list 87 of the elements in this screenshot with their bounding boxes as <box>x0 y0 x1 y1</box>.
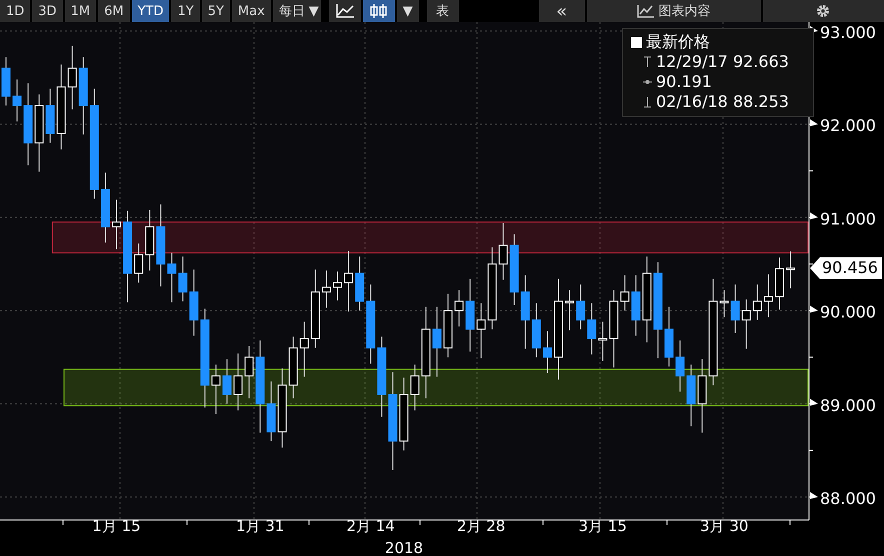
range-tab[interactable]: 5Y <box>202 0 230 22</box>
collapse-button[interactable]: « <box>538 0 584 22</box>
candle <box>664 306 674 368</box>
chart-contents-button[interactable]: 图表内容 <box>586 0 761 22</box>
candle <box>145 209 154 272</box>
candle <box>676 340 685 392</box>
candle <box>189 269 198 336</box>
last-price-label: 90.456 <box>810 257 882 280</box>
tick-pointer-icon <box>810 119 818 126</box>
candle <box>510 234 519 306</box>
candle <box>46 88 55 144</box>
candle <box>476 302 486 359</box>
frequency-dropdown[interactable]: 每日 ▼ <box>272 0 321 22</box>
legend-value: 02/16/18 88.253 <box>656 92 789 112</box>
year-label: 2018 <box>384 539 424 556</box>
candlestick-icon <box>368 3 389 19</box>
candle <box>532 302 541 358</box>
candle <box>686 364 696 427</box>
candle <box>234 352 243 411</box>
candle <box>720 290 729 318</box>
candle <box>752 284 762 320</box>
candle <box>266 380 276 442</box>
candle <box>100 172 110 244</box>
tick-pointer-icon <box>810 212 818 220</box>
candle <box>344 250 354 312</box>
range-tab[interactable]: 3D <box>32 0 63 22</box>
legend-value: 12/29/17 92.663 <box>656 52 789 72</box>
legend-title: 最新价格 <box>646 32 710 52</box>
candle <box>742 298 751 350</box>
candle <box>542 330 552 374</box>
candle <box>167 252 176 303</box>
candle <box>565 290 574 331</box>
line-chart-icon <box>334 3 355 19</box>
candle <box>12 78 22 122</box>
range-tab[interactable]: Max <box>232 0 271 22</box>
candle <box>764 274 773 318</box>
candle <box>300 321 309 378</box>
candle <box>786 250 796 289</box>
tick-pointer-icon <box>810 306 818 313</box>
tick-pointer-icon <box>810 398 818 406</box>
candlestick-button[interactable] <box>362 0 395 22</box>
legend-value: 90.191 <box>656 72 712 92</box>
candle <box>178 256 188 302</box>
candle <box>112 199 121 250</box>
candle <box>244 346 254 399</box>
y-axis-label: 88.000 <box>820 489 876 508</box>
y-axis-label: 91.000 <box>820 209 876 228</box>
series-swatch-icon <box>631 36 642 48</box>
range-tab[interactable]: 6M <box>98 0 130 22</box>
y-axis-label: 89.000 <box>820 396 876 415</box>
range-tab[interactable]: YTD <box>132 0 170 22</box>
candle <box>432 306 442 378</box>
candle <box>288 336 298 399</box>
candle <box>775 256 784 310</box>
candle <box>631 274 640 336</box>
table-button[interactable]: 表 <box>426 0 459 22</box>
y-axis-label: 92.000 <box>820 116 876 136</box>
line-chart-button[interactable] <box>328 0 361 22</box>
candle <box>587 302 596 355</box>
range-tab[interactable]: 1D <box>0 0 30 22</box>
candle <box>576 284 586 330</box>
candle <box>333 270 342 301</box>
y-axis-label: 93.000 <box>820 23 876 42</box>
candle <box>68 45 77 110</box>
candle <box>322 270 331 308</box>
candle <box>498 222 508 280</box>
candle <box>454 290 464 327</box>
chart-icon <box>636 4 655 18</box>
settings-icon <box>816 4 830 18</box>
tick-pointer-icon <box>810 492 818 499</box>
high-marker-icon <box>643 56 652 68</box>
range-tab[interactable]: 1M <box>64 0 96 22</box>
range-tab[interactable]: 1Y <box>171 0 200 22</box>
chart-type-dropdown[interactable]: ▼ <box>396 0 419 22</box>
low-marker-icon <box>643 96 652 108</box>
settings-button[interactable] <box>762 0 884 22</box>
candle <box>730 284 740 334</box>
y-axis-label: 90.000 <box>820 302 876 322</box>
candle <box>222 358 232 404</box>
candle <box>211 364 220 415</box>
candle <box>598 321 608 362</box>
candle <box>134 243 144 284</box>
candle <box>355 256 364 312</box>
candle <box>2 56 10 106</box>
candle <box>444 293 452 358</box>
candle <box>410 364 420 411</box>
candle <box>620 274 630 312</box>
